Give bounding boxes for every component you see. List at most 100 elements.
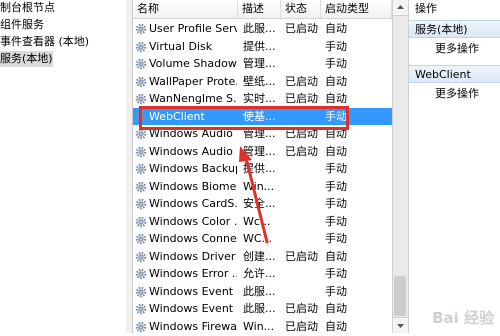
table-row[interactable]: Windows Event ... 此服... 手动 [133, 283, 392, 301]
cell-name: Virtual Disk [149, 39, 213, 53]
cell-name: Windows Biome... [149, 179, 237, 193]
cell-startup: 手动 [325, 197, 347, 210]
cell-startup: 自动 [325, 319, 347, 333]
cell-name: Windows Color ... [149, 214, 237, 228]
gear-icon [135, 268, 147, 280]
cell-desc: Win... [243, 319, 275, 333]
cell-startup: 手动 [325, 214, 347, 228]
cell-name: User Profile Serv... [149, 22, 237, 35]
table-row[interactable]: Windows Conne... WC... 手动 [133, 230, 392, 248]
column-header-label: 名称 [137, 2, 159, 15]
cell-name: Windows Event ... [149, 284, 237, 298]
tree-item-label: 事件查看器 (本地) [0, 35, 90, 48]
action-group-label: 服务(本地) [415, 23, 468, 36]
cell-name: WallPaper Prote... [149, 74, 237, 88]
table-row[interactable]: WanNengIme S... 实时... 已启动 自动 [133, 90, 392, 108]
gear-icon [135, 93, 147, 105]
table-row[interactable]: Windows Backup 提供... 手动 [133, 160, 392, 178]
table-row[interactable]: User Profile Serv... 此服... 已启动自动 [133, 20, 392, 38]
tree-item-label: 制台根节点 [0, 1, 55, 14]
gear-icon [135, 41, 147, 52]
scroll-thumb[interactable] [394, 276, 406, 316]
action-more-actions[interactable]: 更多操作 [435, 86, 479, 102]
cell-status [285, 160, 321, 178]
cell-desc: 创建... [243, 249, 276, 263]
cell-startup: 手动 [325, 39, 347, 53]
scroll-up-button[interactable] [393, 0, 408, 16]
table-row[interactable]: Windows Error ... 允许... 手动 [133, 265, 392, 283]
actions-title: 操作 [409, 0, 500, 18]
cell-name: WanNengIme S... [149, 92, 237, 105]
cell-desc: 实时... [243, 92, 276, 105]
cell-status: 已启动 [285, 249, 318, 263]
vertical-scrollbar[interactable] [392, 0, 408, 333]
cell-startup: 手动 [325, 267, 347, 280]
column-header-label: 描述 [242, 2, 264, 15]
column-header-description[interactable]: 描述 [238, 0, 281, 18]
gear-icon [135, 286, 147, 297]
cell-status [285, 55, 321, 73]
watermark-text: Bai 经验 [432, 309, 494, 327]
table-row[interactable]: Windows Audio ... 管理... 已启动自动 [133, 143, 392, 161]
cell-name: Windows Backup [149, 162, 237, 175]
table-row[interactable]: Virtual Disk 提供... 手动 [133, 38, 392, 56]
column-header-startup-type[interactable]: 启动类型 [321, 0, 392, 18]
action-group-services-local[interactable]: 服务(本地) [409, 20, 500, 38]
table-row[interactable]: Windows Biome... Win... 手动 [133, 178, 392, 196]
tree-item-event-viewer[interactable]: 事件查看器 (本地) [0, 34, 89, 50]
tree-item-label: 组件服务 [0, 18, 44, 31]
table-row[interactable]: Windows Color ... Wc... 手动 [133, 213, 392, 231]
table-row[interactable]: Volume Shadow... 管理... 手动 [133, 55, 392, 73]
column-header-name[interactable]: 名称 [133, 0, 238, 18]
scroll-down-button[interactable] [393, 317, 408, 333]
actions-title-label: 操作 [415, 2, 437, 15]
cell-status [285, 195, 321, 213]
table-row[interactable]: Windows CardS... 安全... 手动 [133, 195, 392, 213]
cell-status: 已启动 [285, 92, 318, 105]
table-row[interactable]: Windows Event ... 此服... 已启动自动 [133, 300, 392, 318]
cell-startup: 手动 [325, 57, 347, 70]
column-header-status[interactable]: 状态 [281, 0, 321, 18]
action-more-actions[interactable]: 更多操作 [435, 41, 479, 57]
cell-status: 已启动 [285, 319, 318, 333]
cell-status: 已启动 [285, 302, 318, 315]
gear-icon [135, 303, 147, 315]
tree-item-console-root[interactable]: 制台根节点 [0, 0, 55, 16]
cell-name: Windows Firewall [149, 319, 237, 333]
cell-startup: 自动 [325, 92, 347, 105]
gear-icon [135, 321, 147, 332]
table-row[interactable]: WallPaper Prote... 壁纸... 已启动 自动 [133, 73, 392, 91]
cell-desc: 此服... [243, 284, 276, 298]
cell-startup: 手动 [325, 232, 347, 245]
cell-status [285, 178, 321, 196]
console-tree: 制台根节点 组件服务 事件查看器 (本地) 服务(本地) [0, 0, 127, 333]
cell-status [285, 38, 321, 56]
gear-icon [135, 181, 147, 192]
action-item-label: 更多操作 [435, 42, 479, 55]
gear-icon [135, 76, 147, 87]
cell-desc: 此服... [243, 22, 276, 35]
cell-status [285, 265, 321, 283]
list-header: 名称 描述 状态 启动类型 [133, 0, 392, 19]
tree-item-component-services[interactable]: 组件服务 [0, 17, 44, 33]
cell-startup: 自动 [325, 249, 347, 263]
action-group-webclient[interactable]: WebClient [409, 65, 500, 83]
cell-startup: 手动 [325, 284, 347, 298]
gear-icon [135, 163, 147, 175]
cell-status: 已启动 [285, 144, 318, 158]
cell-desc: 提供... [243, 39, 276, 53]
cell-name: Windows Conne... [149, 232, 237, 245]
cell-status [285, 230, 321, 248]
cell-name: Windows Error ... [149, 267, 237, 280]
pane-splitter[interactable] [126, 0, 133, 333]
cell-startup: 手动 [325, 179, 347, 193]
gear-icon [135, 198, 147, 210]
cell-status [285, 213, 321, 231]
cell-desc: 提供... [243, 162, 276, 175]
cell-desc: 安全... [243, 197, 276, 210]
table-row[interactable]: Windows Firewall Win... 已启动 自动 [133, 318, 392, 334]
actions-pane: 操作 服务(本地) 更多操作 WebClient 更多操作 [408, 0, 500, 333]
tree-item-services-local[interactable]: 服务(本地) [0, 51, 53, 67]
table-row[interactable]: Windows Driver ... 创建... 已启动自动 [133, 248, 392, 266]
cell-name: Volume Shadow... [149, 57, 237, 70]
